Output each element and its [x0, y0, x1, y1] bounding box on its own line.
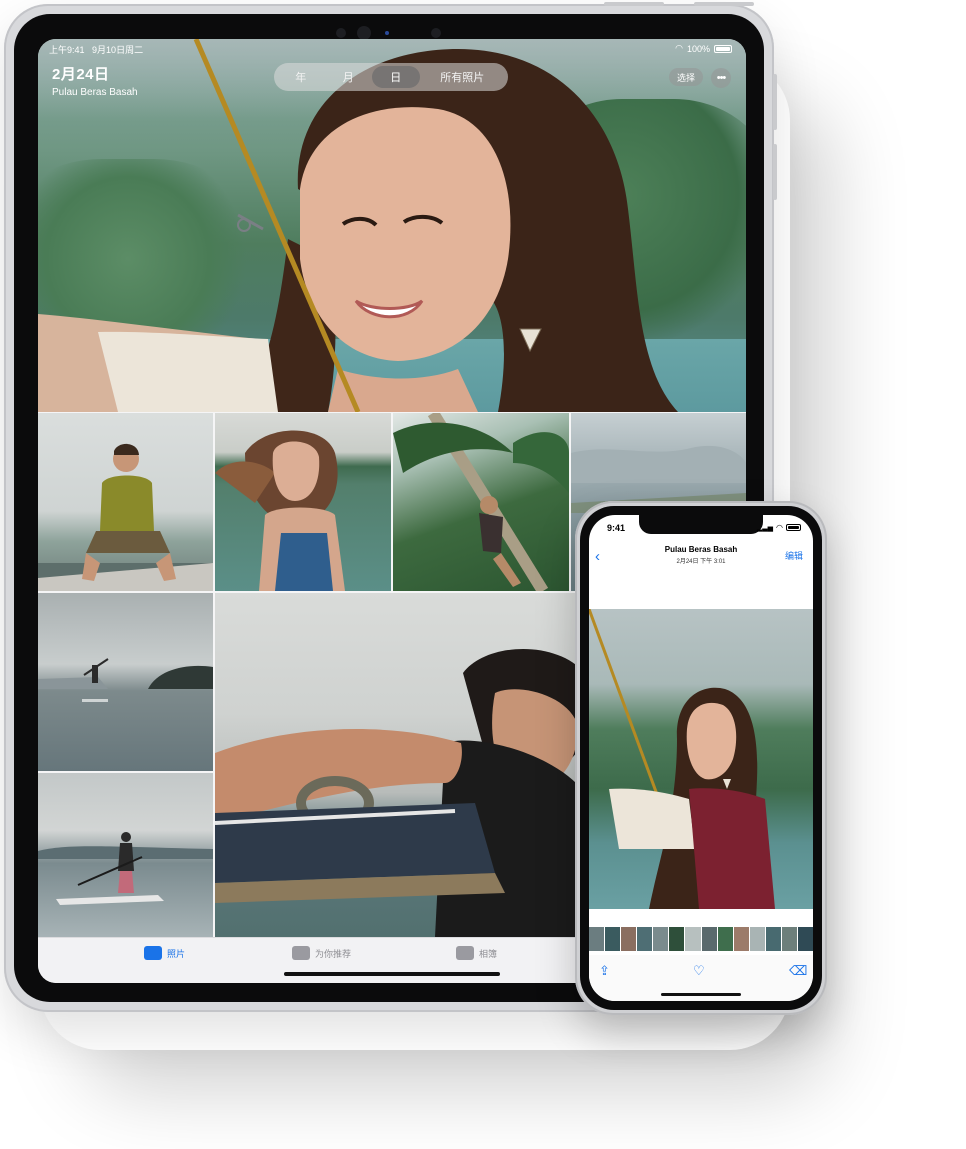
segment-months[interactable]: 月 [325, 66, 373, 88]
photo-toolbar: ⇪ ♡ ⌫ [589, 955, 813, 1001]
photo-thumbnail[interactable] [38, 593, 213, 771]
scrubber-thumb[interactable] [589, 927, 605, 951]
location-subtitle: Pulau Beras Basah [52, 87, 138, 98]
for-you-icon [292, 946, 310, 960]
photo-thumbnail[interactable] [38, 413, 213, 591]
ipad-volume-button [773, 144, 777, 200]
scrubber-thumb[interactable] [717, 927, 733, 951]
scrubber-thumb[interactable] [765, 927, 781, 951]
iphone-screen: 9:41 ▂▃▅ ◠ ‹ Pulau Beras Basah 2月24日 下午 … [589, 515, 813, 1001]
photo-subject [215, 430, 345, 591]
scrubber-thumb[interactable] [621, 927, 637, 951]
share-icon[interactable]: ⇪ [599, 963, 610, 979]
tab-label: 相簿 [479, 948, 498, 959]
photo-thumbnail[interactable] [215, 413, 391, 591]
ipad-sensor [431, 28, 441, 38]
segment-days[interactable]: 日 [372, 66, 420, 88]
photo-subject [38, 39, 678, 412]
scrubber-thumb[interactable] [685, 927, 701, 951]
scrubber-thumb[interactable] [781, 927, 798, 951]
battery-icon [786, 524, 801, 531]
edit-button[interactable]: 编辑 [785, 549, 803, 562]
iphone-device: 9:41 ▂▃▅ ◠ ‹ Pulau Beras Basah 2月24日 下午 … [575, 501, 827, 1015]
scrubber-thumb[interactable] [749, 927, 765, 951]
photo-detail[interactable] [589, 609, 813, 909]
tab-albums[interactable]: 相簿 [456, 946, 497, 960]
ipad-status-time: 上午9:41 9月10日周二 [49, 43, 143, 56]
iphone-status-right: ▂▃▅ ◠ [757, 523, 801, 532]
photo-thumbnail[interactable] [393, 413, 569, 591]
photo-subject [393, 413, 569, 591]
battery-icon [714, 44, 732, 53]
status-date: 9月10日周二 [92, 45, 144, 55]
photos-icon [144, 946, 162, 960]
date-title: 2月24日 [52, 66, 110, 83]
segment-years[interactable]: 年 [277, 66, 325, 88]
scrubber-thumb[interactable] [605, 927, 621, 951]
signal-icon: ▂▃▅ [756, 524, 774, 532]
select-button[interactable]: 选择 [669, 68, 703, 86]
scrubber-thumb[interactable] [637, 927, 653, 951]
wifi-icon: ◠ [675, 43, 683, 53]
home-indicator [284, 972, 500, 976]
battery-percent: 100% [686, 43, 710, 54]
trash-icon[interactable]: ⌫ [789, 963, 807, 979]
featured-photo[interactable]: 上午9:41 9月10日周二 ◠ 100% 2月24日 Pulau Beras … [38, 39, 746, 412]
albums-icon [456, 946, 474, 960]
photo-subject [38, 443, 213, 591]
nav-title: Pulau Beras Basah [664, 545, 738, 554]
scrubber-thumb[interactable] [669, 927, 685, 951]
notch [639, 515, 763, 534]
segment-all-photos[interactable]: 所有照片 [420, 66, 506, 88]
tab-label: 照片 [167, 948, 186, 959]
wifi-icon: ◠ [776, 523, 783, 532]
view-segmented-control: 年 月 日 所有照片 [274, 63, 508, 91]
ipad-top-button [694, 2, 754, 6]
scrubber-thumb[interactable] [653, 927, 669, 951]
thumbnail-scrubber[interactable] [589, 927, 813, 951]
photo-subject [38, 658, 213, 702]
photo-thumbnail[interactable] [38, 773, 213, 937]
scrubber-thumb[interactable] [733, 927, 749, 951]
tab-label: 为你推荐 [315, 948, 352, 959]
ipad-camera-dot [385, 31, 389, 35]
heart-icon[interactable]: ♡ [693, 963, 705, 979]
scrubber-thumb[interactable] [701, 927, 717, 951]
ipad-top-button [604, 2, 664, 6]
ipad-camera [357, 26, 371, 40]
status-time: 上午9:41 [49, 45, 85, 55]
photo-subject [38, 832, 213, 905]
ipad-sensor [336, 28, 346, 38]
ipad-volume-button [773, 74, 777, 130]
iphone-status-time: 9:41 [607, 523, 626, 533]
tab-for-you[interactable]: 为你推荐 [292, 946, 351, 960]
photo-subject [589, 609, 775, 909]
home-indicator [661, 993, 741, 996]
scrubber-thumb[interactable] [798, 927, 813, 951]
tab-photos[interactable]: 照片 [144, 946, 185, 960]
nav-subtitle: 2月24日 下午 3:01 [676, 559, 726, 565]
ipad-status-right: ◠ 100% [675, 43, 732, 54]
more-button[interactable]: ••• [711, 68, 731, 88]
